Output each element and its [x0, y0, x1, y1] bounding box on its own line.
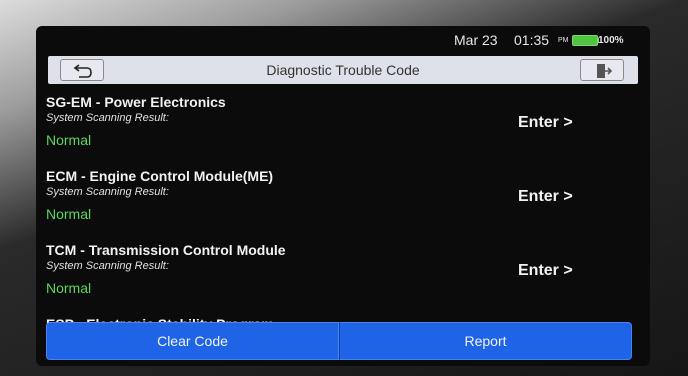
title-bar: Diagnostic Trouble Code — [48, 56, 638, 84]
exit-door-icon — [597, 64, 613, 78]
enter-button[interactable]: Enter > — [518, 114, 573, 132]
list-item[interactable]: TCM - Transmission Control Module System… — [36, 236, 650, 310]
module-result: Normal — [46, 132, 92, 148]
bottom-action-bar: Clear Code Report — [46, 322, 632, 360]
status-date: Mar 23 — [454, 32, 498, 48]
list-item[interactable]: ECM - Engine Control Module(ME) System S… — [36, 162, 650, 236]
clear-code-button[interactable]: Clear Code — [46, 322, 339, 360]
module-result: Normal — [46, 280, 92, 296]
enter-button[interactable]: Enter > — [518, 262, 573, 280]
module-result: Normal — [46, 206, 92, 222]
status-ampm: PM — [558, 37, 569, 44]
exit-button[interactable] — [580, 59, 624, 81]
battery-icon — [572, 35, 598, 46]
module-subtitle: System Scanning Result: — [46, 112, 169, 124]
status-bar: Mar 23 01:35 PM 100% — [36, 26, 650, 54]
device-screen: Mar 23 01:35 PM 100% Diagnostic Trouble … — [36, 26, 650, 366]
page-title: Diagnostic Trouble Code — [266, 62, 420, 78]
module-name: SG-EM - Power Electronics — [46, 94, 226, 110]
module-name: TCM - Transmission Control Module — [46, 242, 286, 258]
module-list[interactable]: SG-EM - Power Electronics System Scannin… — [36, 88, 650, 326]
enter-button[interactable]: Enter > — [518, 188, 573, 206]
report-button[interactable]: Report — [339, 322, 632, 360]
list-item[interactable]: SG-EM - Power Electronics System Scannin… — [36, 88, 650, 162]
battery-percent: 100% — [598, 35, 624, 46]
status-time: 01:35 — [514, 32, 550, 48]
module-name: ECM - Engine Control Module(ME) — [46, 168, 274, 184]
module-subtitle: System Scanning Result: — [46, 186, 169, 198]
module-subtitle: System Scanning Result: — [46, 260, 169, 272]
